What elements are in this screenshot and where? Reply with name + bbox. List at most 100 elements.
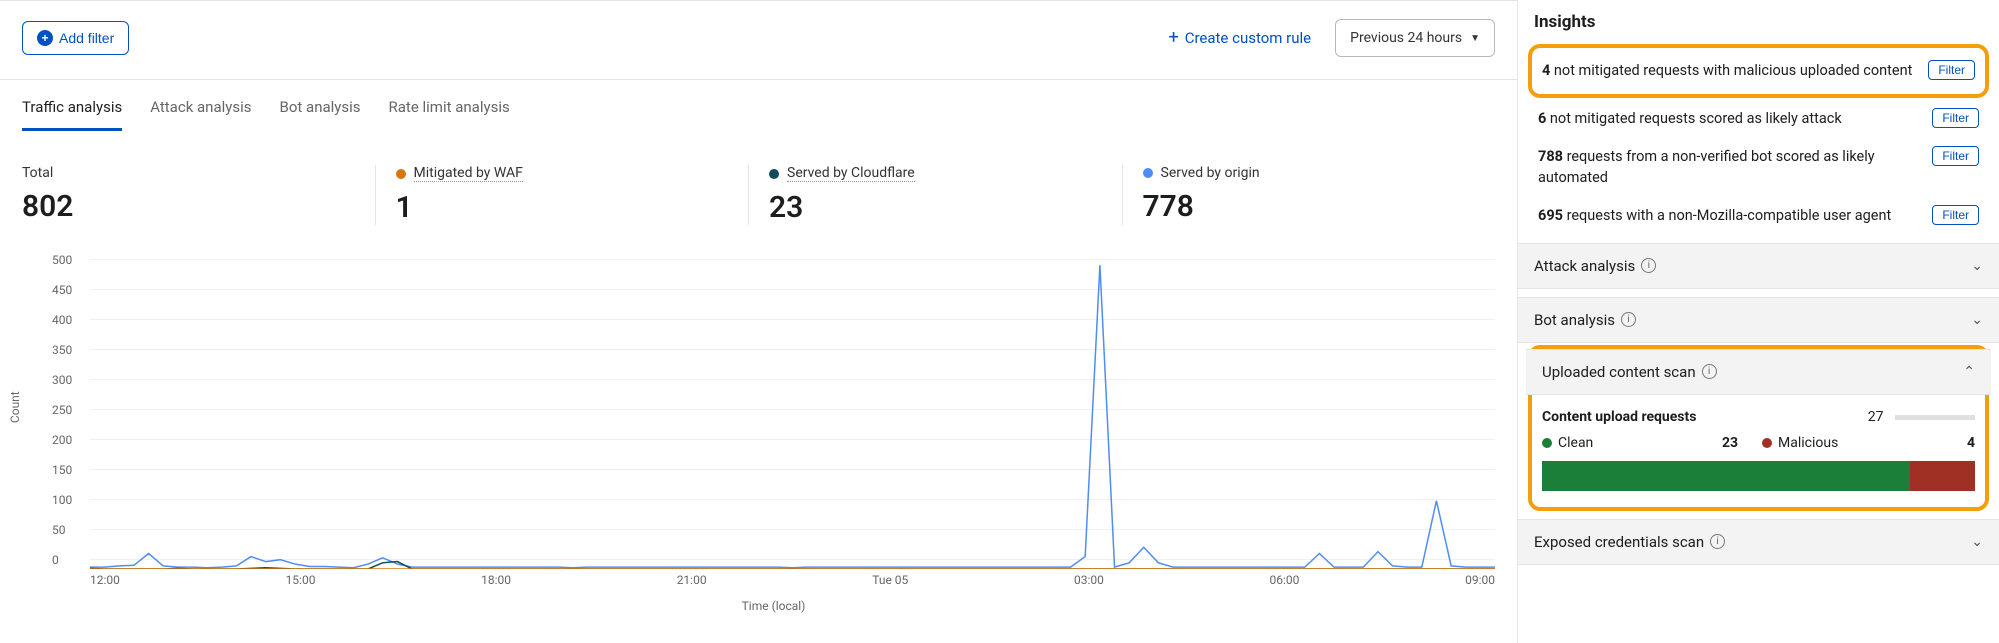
stat-label: Served by Cloudflare [787,165,915,182]
y-tick: 250 [52,403,72,417]
split-clean-segment [1542,461,1910,491]
info-icon: i [1641,258,1656,273]
content-upload-total: 27 [1868,409,1884,425]
stat-mitigated-by-waf: Mitigated by WAF 1 [375,165,749,225]
legend-malicious-label: Malicious [1778,435,1838,451]
swatch-icon [1762,438,1772,448]
chevron-down-icon: ⌄ [1971,258,1983,274]
time-range-select[interactable]: Previous 24 hours ▼ [1335,19,1495,57]
create-custom-rule-link[interactable]: + Create custom rule [1168,29,1311,47]
x-tick: 09:00 [1465,573,1495,587]
x-tick: Tue 05 [872,573,908,587]
stat-label: Served by origin [1161,165,1260,181]
tab-attack-analysis[interactable]: Attack analysis [150,98,251,131]
upload-legend: Clean 23 Malicious 4 [1542,435,1975,461]
insight-text: 4 not mitigated requests with malicious … [1542,60,1912,82]
x-axis-label: Time (local) [52,599,1495,613]
accordion-uploaded-content-scan[interactable]: Uploaded content scan i ⌃ [1526,349,1991,395]
y-tick: 500 [52,253,72,267]
swatch-icon [769,169,779,179]
x-tick: 12:00 [90,573,120,587]
info-icon: i [1702,364,1717,379]
analysis-tabs: Traffic analysis Attack analysis Bot ana… [0,80,1517,131]
y-tick: 200 [52,433,72,447]
insight-filter-button[interactable]: Filter [1932,146,1979,166]
series-line [90,265,1495,568]
y-tick: 300 [52,373,72,387]
content-upload-requests-row: Content upload requests 27 [1542,395,1975,435]
insight-filter-button[interactable]: Filter [1928,60,1975,80]
stat-value: 778 [1143,189,1496,224]
tab-rate-limit-analysis[interactable]: Rate limit analysis [389,98,510,131]
swatch-icon [1542,438,1552,448]
stat-label: Total [22,165,53,181]
stat-value: 1 [396,190,749,225]
plus-icon: + [1168,29,1178,47]
legend-clean-value: 23 [1722,435,1738,451]
insight-filter-button[interactable]: Filter [1932,205,1979,225]
insights-title: Insights [1534,12,1983,32]
insight-row: 788 requests from a non-verified bot sco… [1534,138,1983,198]
y-tick: 150 [52,463,72,477]
traffic-chart: Count 05010015020025030035040045050012:0… [0,235,1517,643]
insight-row: 695 requests with a non-Mozilla-compatib… [1534,197,1983,235]
x-tick: 21:00 [677,573,707,587]
stat-value: 23 [769,190,1122,225]
accordion-label: Exposed credentials scan [1534,533,1704,551]
insight-highlight: 4 not mitigated requests with malicious … [1528,44,1989,98]
info-icon: i [1621,312,1636,327]
accordion-attack-analysis[interactable]: Attack analysis i ⌄ [1518,243,1999,289]
insights-panel: Insights 4 not mitigated requests with m… [1518,0,1999,643]
stat-label: Mitigated by WAF [414,165,523,182]
y-tick: 450 [52,283,72,297]
chevron-up-icon: ⌃ [1963,364,1975,380]
x-tick: 15:00 [286,573,316,587]
insight-text: 6 not mitigated requests scored as likel… [1538,108,1842,130]
accordion-label: Attack analysis [1534,257,1635,275]
stat-served-by-cloudflare: Served by Cloudflare 23 [748,165,1122,225]
swatch-icon [1143,168,1153,178]
add-filter-label: Add filter [59,30,114,46]
chevron-down-icon: ⌄ [1971,534,1983,550]
y-tick: 350 [52,343,72,357]
legend-malicious-value: 4 [1967,435,1975,451]
insight-text: 695 requests with a non-Mozilla-compatib… [1538,205,1891,227]
y-tick: 100 [52,493,72,507]
y-tick: 400 [52,313,72,327]
x-tick: 06:00 [1270,573,1300,587]
x-ticks: 12:00 15:00 18:00 21:00 Tue 05 03:00 06:00 09:0… [90,573,1495,587]
info-icon: i [1710,534,1725,549]
mini-bar [1895,415,1975,420]
x-tick: 18:00 [481,573,511,587]
insight-row: 6 not mitigated requests scored as likel… [1534,100,1983,138]
accordion-label: Bot analysis [1534,311,1615,329]
accordion-exposed-credentials-scan[interactable]: Exposed credentials scan i ⌄ [1518,519,1999,565]
y-axis-label: Count [8,391,22,423]
tab-traffic-analysis[interactable]: Traffic analysis [22,98,122,131]
plus-icon: + [37,30,53,46]
add-filter-button[interactable]: + Add filter [22,21,129,55]
create-rule-label: Create custom rule [1185,29,1311,47]
uploaded-content-highlight: Uploaded content scan i ⌃ Content upload… [1528,345,1989,511]
y-tick: 50 [52,523,66,537]
x-tick: 03:00 [1074,573,1104,587]
stat-served-by-origin: Served by origin 778 [1122,165,1496,225]
chevron-down-icon: ▼ [1470,33,1480,44]
legend-clean-label: Clean [1558,435,1593,451]
toolbar: + Add filter + Create custom rule Previo… [0,0,1517,80]
accordion-bot-analysis[interactable]: Bot analysis i ⌄ [1518,297,1999,343]
content-upload-title: Content upload requests [1542,409,1696,425]
swatch-icon [396,169,406,179]
summary-stats: Total 802 Mitigated by WAF 1 Served by C… [0,131,1517,235]
chevron-down-icon: ⌄ [1971,312,1983,328]
split-malicious-segment [1910,461,1975,491]
upload-split-bar [1542,461,1975,491]
tab-bot-analysis[interactable]: Bot analysis [280,98,361,131]
stat-total: Total 802 [22,165,375,225]
stat-value: 802 [22,189,375,224]
accordion-label: Uploaded content scan [1542,363,1696,381]
insight-row: 4 not mitigated requests with malicious … [1538,52,1979,90]
insight-filter-button[interactable]: Filter [1932,108,1979,128]
time-range-value: Previous 24 hours [1350,30,1462,46]
insight-text: 788 requests from a non-verified bot sco… [1538,146,1920,190]
